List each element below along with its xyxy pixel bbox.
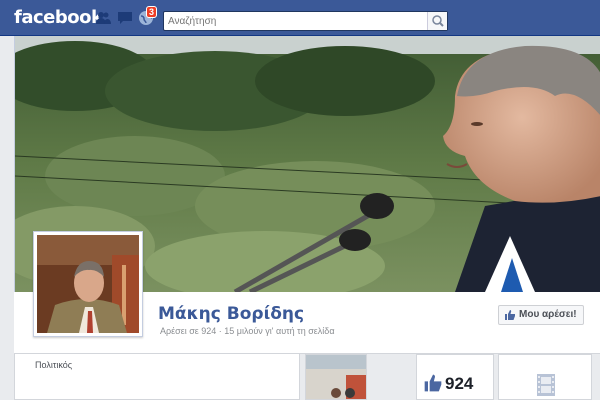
likes-summary: Αρέσει σε 924 · 15 μιλούν γι' αυτή τη σε…: [160, 326, 335, 336]
notification-badge: 3: [146, 6, 158, 18]
thumbs-up-icon: [505, 310, 515, 320]
page-title[interactable]: Μάκης Βορίδης: [158, 304, 304, 324]
film-icon: [537, 374, 555, 396]
like-button-label: Μου αρέσει!: [519, 309, 577, 320]
videos-tab[interactable]: [498, 354, 592, 400]
facebook-logo[interactable]: facebook: [14, 7, 103, 28]
messages-icon[interactable]: [117, 10, 133, 26]
page-category: Πολιτικός: [35, 360, 73, 370]
likes-tab[interactable]: 924: [416, 354, 494, 400]
about-box: Πολιτικός: [14, 354, 300, 400]
search-box: [163, 11, 448, 31]
profile-image: [37, 235, 139, 333]
search-input[interactable]: [168, 14, 423, 29]
friends-icon[interactable]: [95, 10, 111, 26]
profile-picture[interactable]: [33, 231, 143, 337]
search-icon: [432, 15, 444, 27]
like-button[interactable]: Μου αρέσει!: [498, 305, 584, 325]
photos-thumbnail: [306, 355, 366, 399]
top-bar: facebook 3: [0, 0, 600, 36]
likes-count: 924: [445, 374, 474, 393]
thumbs-up-icon: [424, 374, 442, 392]
search-button[interactable]: [427, 12, 447, 30]
photos-tab[interactable]: [305, 354, 367, 400]
